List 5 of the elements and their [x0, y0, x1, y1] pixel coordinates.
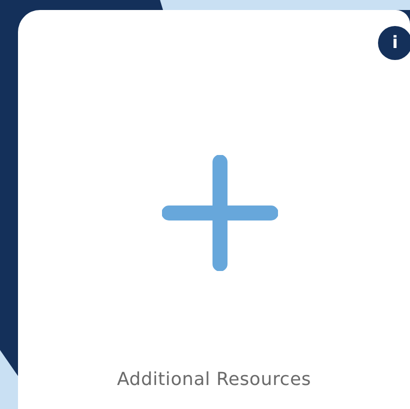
plus-icon: [162, 155, 278, 271]
info-button[interactable]: i: [378, 26, 410, 60]
corner-shape: [0, 350, 18, 409]
resource-card[interactable]: i Additional Resources: [18, 10, 410, 409]
card-title: Additional Resources: [116, 368, 312, 392]
